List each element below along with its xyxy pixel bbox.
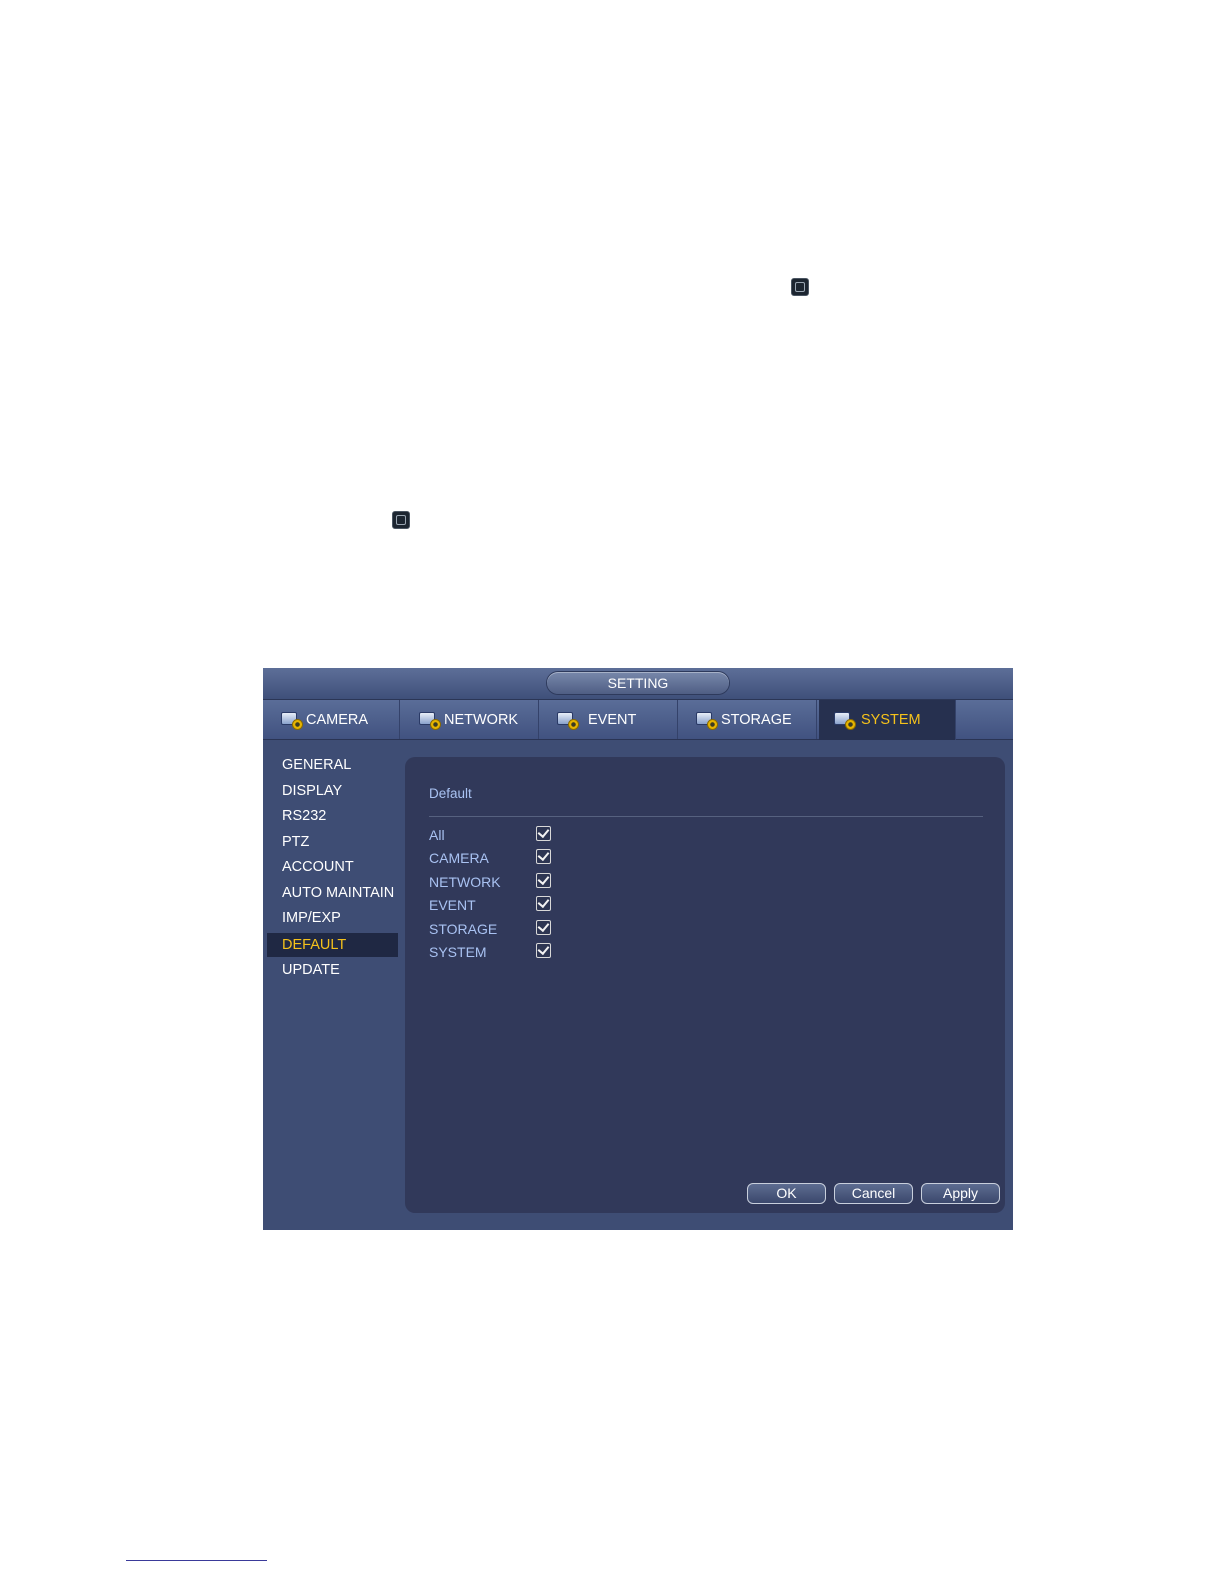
- system-gear-icon: [834, 710, 856, 730]
- option-row-event: EVENT: [429, 896, 629, 916]
- main-tab-bar: CAMERA NETWORK EVENT STORAGE SYSTEM: [263, 700, 1013, 740]
- sidebar-item-update[interactable]: UPDATE: [267, 958, 398, 982]
- option-label: SYSTEM: [429, 944, 487, 960]
- tab-label: STORAGE: [721, 711, 792, 728]
- option-label: STORAGE: [429, 921, 498, 937]
- divider: [429, 816, 983, 817]
- window-title: SETTING: [547, 672, 729, 694]
- tab-system[interactable]: SYSTEM: [819, 700, 956, 740]
- title-bar: SETTING: [263, 668, 1013, 700]
- option-row-camera: CAMERA: [429, 849, 629, 869]
- apply-button[interactable]: Apply: [921, 1183, 1000, 1204]
- tab-camera[interactable]: CAMERA: [263, 700, 400, 739]
- option-row-system: SYSTEM: [429, 943, 629, 963]
- event-checkbox[interactable]: [536, 896, 551, 911]
- option-label: EVENT: [429, 897, 476, 913]
- sidebar: GENERAL DISPLAY RS232 PTZ ACCOUNT AUTO M…: [263, 740, 403, 1230]
- sidebar-item-ptz[interactable]: PTZ: [267, 830, 398, 854]
- sidebar-item-default[interactable]: DEFAULT: [267, 933, 398, 957]
- system-checkbox[interactable]: [536, 943, 551, 958]
- tab-event[interactable]: EVENT: [541, 700, 678, 739]
- sidebar-item-display[interactable]: DISPLAY: [267, 779, 398, 803]
- checkbox-icon: [392, 511, 410, 529]
- sidebar-item-rs232[interactable]: RS232: [267, 804, 398, 828]
- option-label: CAMERA: [429, 850, 489, 866]
- footnote-separator: [126, 1560, 267, 1561]
- event-gear-icon: [557, 710, 579, 730]
- sidebar-item-auto-maintain[interactable]: AUTO MAINTAIN: [267, 881, 398, 905]
- tab-label: EVENT: [588, 711, 637, 728]
- option-label: All: [429, 827, 445, 843]
- ok-button[interactable]: OK: [747, 1183, 826, 1204]
- default-panel: Default All CAMERA NETWORK EVENT STORAGE…: [405, 757, 1005, 1213]
- tab-label: SYSTEM: [861, 712, 921, 728]
- option-row-network: NETWORK: [429, 873, 629, 893]
- all-checkbox[interactable]: [536, 826, 551, 841]
- camera-checkbox[interactable]: [536, 849, 551, 864]
- network-gear-icon: [419, 710, 441, 730]
- storage-gear-icon: [696, 710, 718, 730]
- sidebar-item-general[interactable]: GENERAL: [267, 753, 398, 777]
- option-label: NETWORK: [429, 874, 501, 890]
- network-checkbox[interactable]: [536, 873, 551, 888]
- sidebar-item-account[interactable]: ACCOUNT: [267, 855, 398, 879]
- sidebar-item-imp-exp[interactable]: IMP/EXP: [267, 906, 398, 930]
- tab-label: NETWORK: [444, 711, 519, 728]
- tab-label: CAMERA: [306, 711, 369, 728]
- setting-window: SETTING CAMERA NETWORK EVENT STORAGE SYS…: [263, 668, 1013, 1230]
- storage-checkbox[interactable]: [536, 920, 551, 935]
- tab-storage[interactable]: STORAGE: [680, 700, 817, 739]
- cancel-button[interactable]: Cancel: [834, 1183, 913, 1204]
- camera-gear-icon: [281, 710, 303, 730]
- panel-title: Default: [429, 786, 472, 801]
- checkbox-icon: [791, 278, 809, 296]
- tab-network[interactable]: NETWORK: [402, 700, 539, 739]
- option-row-storage: STORAGE: [429, 920, 629, 940]
- option-row-all: All: [429, 826, 629, 846]
